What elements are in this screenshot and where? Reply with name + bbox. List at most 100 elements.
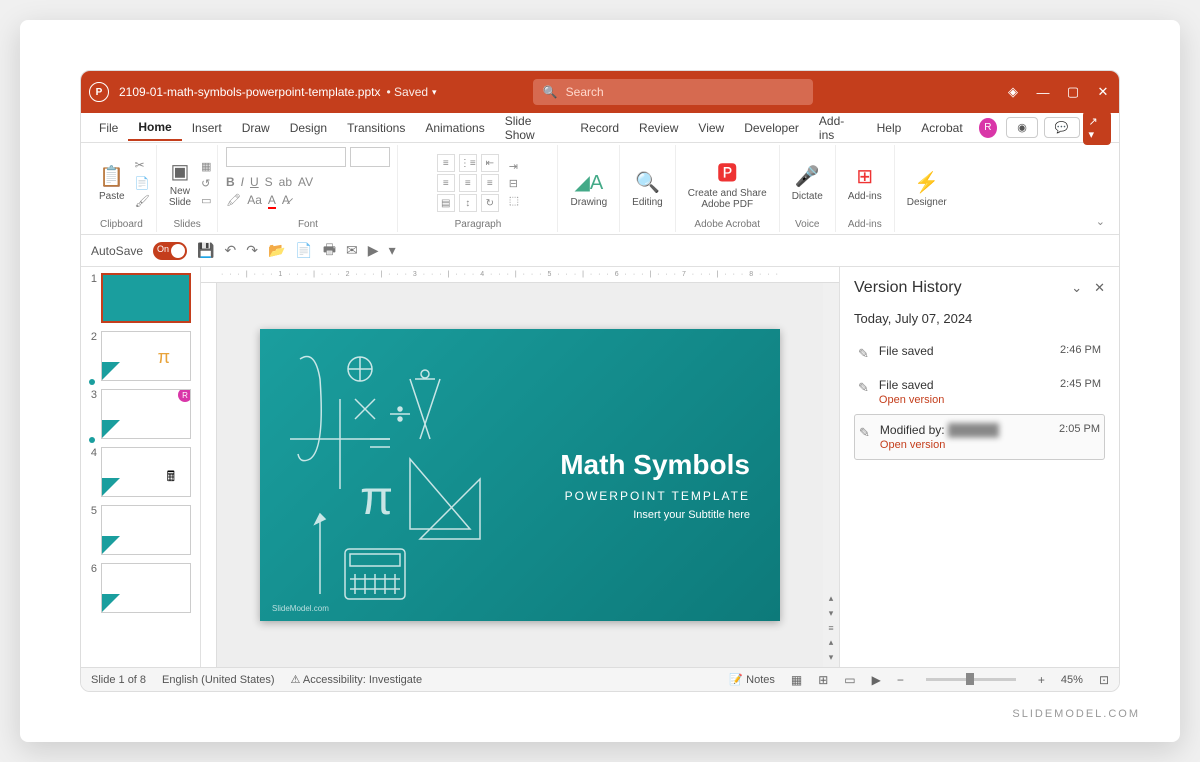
- collapse-ribbon-button[interactable]: ⌄: [1088, 211, 1113, 232]
- layout-icon[interactable]: ▦: [201, 160, 211, 173]
- bold-button[interactable]: B: [226, 175, 235, 189]
- designer-button[interactable]: ⚡Designer: [901, 168, 953, 210]
- clear-format-button[interactable]: A̷: [282, 193, 290, 209]
- drawing-button[interactable]: ◢ADrawing: [564, 168, 613, 210]
- case-button[interactable]: Aa: [247, 193, 262, 209]
- present-icon[interactable]: ▶: [368, 242, 379, 259]
- version-entry[interactable]: ✎ File saved 2:46 PM: [854, 336, 1105, 370]
- bullets-button[interactable]: ≡: [437, 154, 455, 172]
- open-version-link[interactable]: Open version: [879, 394, 1050, 406]
- open-version-link[interactable]: Open version: [880, 439, 1049, 451]
- indent-dec-button[interactable]: ⇤: [481, 154, 499, 172]
- highlight-button[interactable]: 🖍: [226, 193, 241, 209]
- more-icon[interactable]: ▾: [389, 242, 396, 259]
- zoom-slider[interactable]: [926, 678, 1016, 681]
- autosave-toggle[interactable]: On: [153, 242, 187, 260]
- minimize-button[interactable]: ―: [1035, 84, 1051, 100]
- menu-review[interactable]: Review: [629, 116, 688, 140]
- thumbnail-2[interactable]: 2 π: [85, 331, 196, 381]
- horizontal-ruler[interactable]: · · · | · · · 1 · · · | · · · 2 · · · | …: [201, 267, 839, 283]
- menu-insert[interactable]: Insert: [182, 116, 232, 140]
- menu-acrobat[interactable]: Acrobat: [911, 116, 972, 140]
- sorter-view-button[interactable]: ⊞: [818, 673, 828, 687]
- text-direction-button[interactable]: ↻: [481, 194, 499, 212]
- editing-button[interactable]: 🔍Editing: [626, 168, 669, 210]
- save-status[interactable]: • Saved: [386, 85, 428, 99]
- vertical-scrollbar[interactable]: ▴▾≡▴▾: [823, 283, 839, 667]
- accessibility-status[interactable]: ⚠ Accessibility: Investigate: [291, 673, 423, 686]
- zoom-in-button[interactable]: +: [1038, 673, 1045, 687]
- new-icon[interactable]: 📄: [295, 242, 312, 259]
- menu-draw[interactable]: Draw: [232, 116, 280, 140]
- font-color-button[interactable]: A: [268, 193, 276, 209]
- share-button[interactable]: ↗ ▾: [1083, 111, 1112, 145]
- slide-title[interactable]: Math Symbols: [560, 449, 750, 481]
- thumbnail-4[interactable]: 4 🖩: [85, 447, 196, 497]
- menu-transitions[interactable]: Transitions: [337, 116, 415, 140]
- maximize-button[interactable]: ▢: [1065, 84, 1081, 100]
- section-icon[interactable]: ▭: [201, 194, 211, 207]
- quick-print-icon[interactable]: 🖶: [323, 239, 336, 263]
- redo-icon[interactable]: ↷: [246, 242, 258, 259]
- slideshow-view-button[interactable]: ▶: [872, 673, 881, 687]
- smartart-button[interactable]: ⬚: [509, 194, 519, 207]
- record-button[interactable]: ◉: [1006, 117, 1038, 138]
- indent-inc-button[interactable]: ⇥: [509, 160, 519, 173]
- language-status[interactable]: English (United States): [162, 674, 275, 686]
- email-icon[interactable]: ✉: [346, 242, 358, 259]
- underline-button[interactable]: U: [250, 175, 259, 189]
- align-center-button[interactable]: ≡: [459, 174, 477, 192]
- version-entry[interactable]: ✎ File saved Open version 2:45 PM: [854, 370, 1105, 414]
- slide-canvas[interactable]: π Math Symbols POWERPOINT TEMPLATE Inser…: [217, 283, 823, 667]
- menu-record[interactable]: Record: [570, 116, 629, 140]
- current-slide[interactable]: π Math Symbols POWERPOINT TEMPLATE Inser…: [260, 329, 780, 621]
- reset-icon[interactable]: ↺: [201, 177, 211, 190]
- font-size-select[interactable]: [350, 147, 390, 167]
- diamond-icon[interactable]: ◈: [1005, 84, 1021, 100]
- slide-subtitle[interactable]: POWERPOINT TEMPLATE: [565, 489, 750, 503]
- paste-button[interactable]: 📋Paste: [93, 162, 131, 204]
- fit-button[interactable]: ⊡: [1099, 673, 1109, 687]
- numbering-button[interactable]: ⋮≡: [459, 154, 477, 172]
- chevron-down-icon[interactable]: ▾: [432, 87, 437, 98]
- align-left-button[interactable]: ≡: [437, 174, 455, 192]
- thumbnail-1[interactable]: 1: [85, 273, 196, 323]
- comments-button[interactable]: 💬: [1044, 117, 1080, 138]
- copy-icon[interactable]: 📄: [135, 176, 150, 190]
- slide-counter[interactable]: Slide 1 of 8: [91, 674, 146, 686]
- menu-design[interactable]: Design: [280, 116, 337, 140]
- thumbnail-6[interactable]: 6: [85, 563, 196, 613]
- char-spacing-button[interactable]: AV: [298, 175, 313, 189]
- menu-file[interactable]: File: [89, 116, 128, 140]
- zoom-out-button[interactable]: −: [897, 673, 904, 687]
- shadow-button[interactable]: ab: [279, 175, 292, 189]
- chevron-down-icon[interactable]: ⌄: [1071, 280, 1082, 296]
- menu-addins[interactable]: Add-ins: [809, 109, 867, 147]
- normal-view-button[interactable]: ▦: [791, 673, 802, 687]
- search-input[interactable]: 🔍 Search: [533, 79, 813, 105]
- open-icon[interactable]: 📂: [268, 242, 285, 259]
- italic-button[interactable]: I: [241, 175, 244, 189]
- close-button[interactable]: ✕: [1095, 84, 1111, 100]
- version-entry-selected[interactable]: ✎ Modified by: ██████ Open version 2:05 …: [854, 414, 1105, 460]
- addins-button[interactable]: ⊞Add-ins: [842, 162, 888, 204]
- vertical-ruler[interactable]: [201, 283, 217, 667]
- adobe-pdf-button[interactable]: 🅿Create and Share Adobe PDF: [682, 155, 773, 212]
- thumbnail-3[interactable]: 3 R: [85, 389, 196, 439]
- align-text-button[interactable]: ⊟: [509, 177, 519, 190]
- menu-home[interactable]: Home: [128, 115, 181, 141]
- cut-icon[interactable]: ✂: [135, 158, 150, 172]
- format-painter-icon[interactable]: 🖌: [135, 194, 150, 208]
- menu-view[interactable]: View: [688, 116, 734, 140]
- user-avatar[interactable]: R: [979, 118, 998, 138]
- reading-view-button[interactable]: ▭: [844, 673, 855, 687]
- notes-button[interactable]: 📝 Notes: [729, 673, 775, 686]
- menu-developer[interactable]: Developer: [734, 116, 809, 140]
- close-panel-button[interactable]: ✕: [1094, 280, 1105, 296]
- strike-button[interactable]: S: [265, 175, 273, 189]
- dictate-button[interactable]: 🎤Dictate: [786, 162, 829, 204]
- zoom-level[interactable]: 45%: [1061, 674, 1083, 686]
- line-spacing-button[interactable]: ↕: [459, 194, 477, 212]
- undo-icon[interactable]: ↶: [224, 242, 236, 259]
- menu-help[interactable]: Help: [867, 116, 912, 140]
